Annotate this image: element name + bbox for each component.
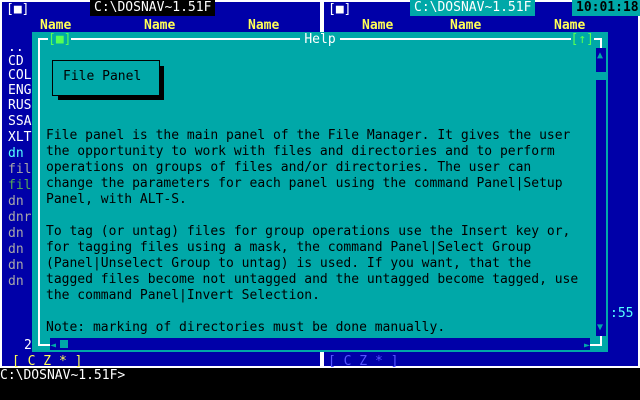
help-title: Help [32, 32, 608, 48]
topic-box[interactable]: File Panel [52, 60, 160, 96]
help-body-text: File panel is the main panel of the File… [46, 128, 579, 335]
right-panel-path: C:\DOSNAV~1.51F [410, 0, 536, 16]
panel-edge-text: :55 [610, 306, 634, 321]
command-prompt[interactable]: C:\DOSNAV~1.51F> [0, 368, 640, 384]
left-panel-path: C:\DOSNAV~1.51F [90, 0, 216, 16]
panel-count: 2 [24, 338, 32, 353]
help-zoom-button[interactable]: [↑] [570, 32, 594, 48]
horizontal-scrollbar[interactable]: ◄ ► [50, 338, 590, 351]
help-window[interactable]: Help [■] [↑] File Panel File panel is th… [32, 32, 608, 352]
left-panel-close-button[interactable]: [■] [6, 2, 29, 18]
clock: 10:01:18 [572, 0, 640, 16]
topic-label: File Panel [63, 69, 142, 84]
bottom-strip [0, 384, 640, 400]
scroll-left-icon[interactable]: ◄ [50, 338, 56, 354]
scroll-thumb[interactable] [60, 340, 68, 348]
scroll-down-icon[interactable]: ▼ [597, 320, 603, 336]
right-panel-close-button[interactable]: [■] [328, 2, 351, 18]
scroll-thumb[interactable] [596, 72, 606, 80]
vertical-scrollbar[interactable]: ▲ ▼ [596, 48, 606, 336]
scroll-right-icon[interactable]: ► [584, 338, 590, 354]
help-close-button[interactable]: [■] [48, 32, 72, 48]
scroll-up-icon[interactable]: ▲ [597, 48, 603, 64]
